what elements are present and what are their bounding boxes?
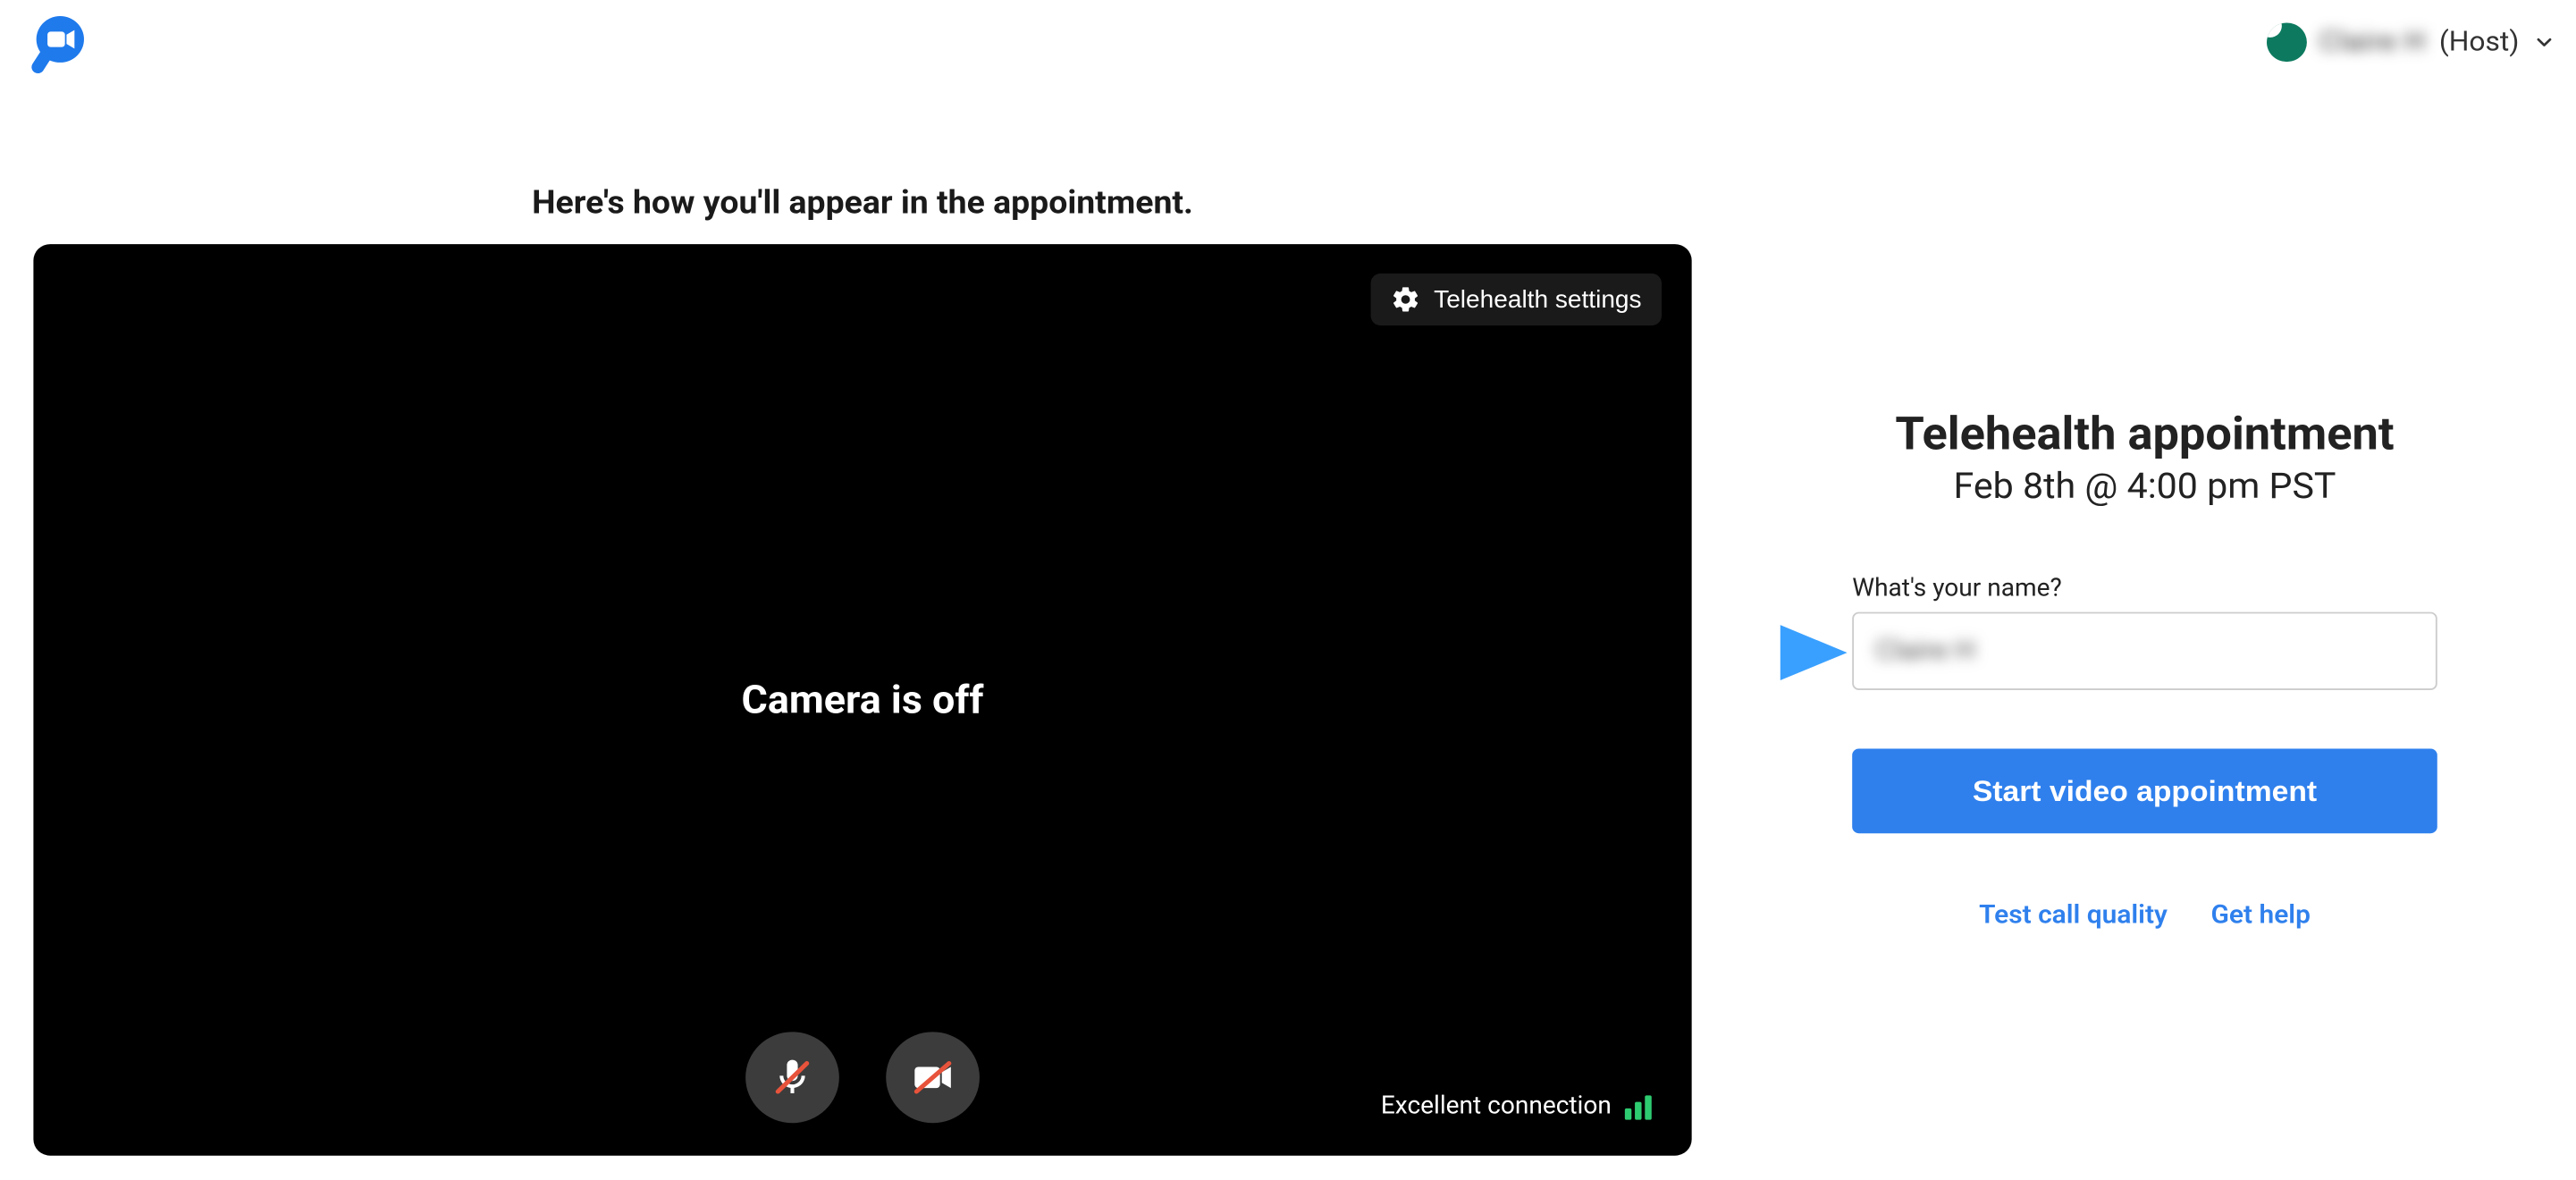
toggle-mic-button[interactable] (745, 1032, 839, 1123)
telehealth-settings-label: Telehealth settings (1434, 286, 1641, 314)
chevron-down-icon (2532, 31, 2555, 54)
name-input[interactable] (1852, 612, 2437, 690)
test-call-link[interactable]: Test call quality (1979, 898, 2168, 930)
video-preview: Telehealth settings Camera is off (33, 244, 1691, 1156)
appointment-datetime: Feb 8th @ 4:00 pm PST (1852, 468, 2437, 509)
user-role: (Host) (2439, 26, 2520, 58)
user-name: Claire H (2319, 26, 2426, 58)
get-help-link[interactable]: Get help (2211, 898, 2311, 930)
app-logo (29, 13, 92, 75)
name-label: What's your name? (1852, 573, 2437, 603)
appointment-title: Telehealth appointment (1852, 407, 2437, 460)
connection-text: Excellent connection (1381, 1091, 1612, 1120)
signal-icon (1625, 1095, 1652, 1119)
camera-off-text: Camera is off (742, 677, 984, 722)
camera-off-icon (911, 1057, 955, 1099)
gear-icon (1391, 285, 1421, 315)
preview-heading: Here's how you'll appear in the appointm… (33, 182, 1691, 222)
connection-status: Excellent connection (1381, 1091, 1652, 1120)
avatar (2266, 22, 2306, 62)
telehealth-settings-button[interactable]: Telehealth settings (1370, 274, 1662, 325)
user-menu[interactable]: Claire H (Host) (2266, 22, 2555, 62)
start-appointment-button[interactable]: Start video appointment (1852, 749, 2437, 834)
mic-off-icon (770, 1057, 814, 1099)
toggle-camera-button[interactable] (886, 1032, 980, 1123)
